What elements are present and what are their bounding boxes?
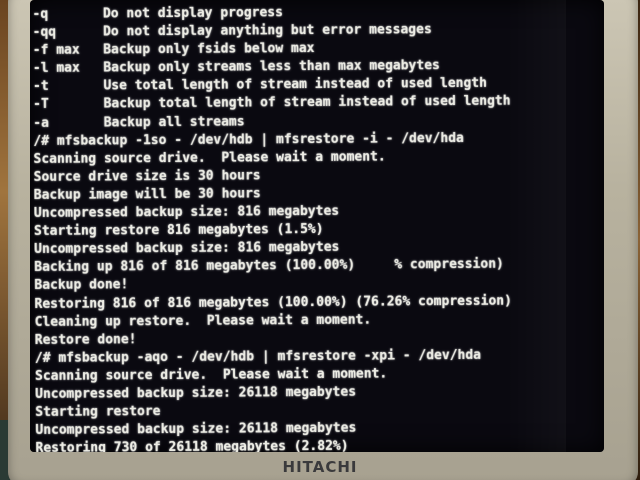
photo-scene: -q Do not display progress -qq Do not di… <box>0 0 640 480</box>
terminal-line: Restoring 730 of 26118 megabytes (2.82%) <box>35 439 349 452</box>
terminal-output: -q Do not display progress -qq Do not di… <box>32 2 595 452</box>
monitor-brand-label: HITACHI <box>282 458 358 476</box>
monitor-screen: -q Do not display progress -qq Do not di… <box>30 0 604 452</box>
